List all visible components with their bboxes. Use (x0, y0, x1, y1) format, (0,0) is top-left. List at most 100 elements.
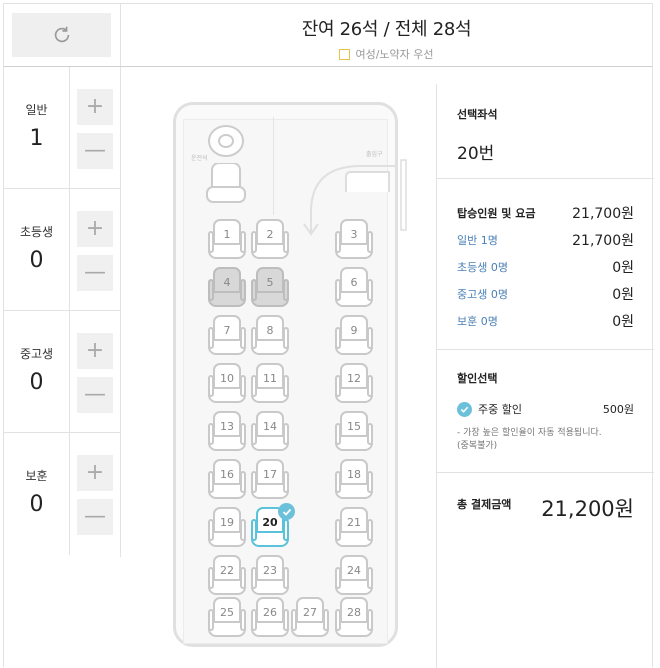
seat-number: 15 (347, 420, 361, 433)
passenger-selector: 일반 1 + — 초등생 0 + — 중고생 0 + — 보훈 0 + — (4, 67, 121, 557)
refresh-button[interactable] (12, 13, 111, 57)
seat-number: 25 (220, 606, 234, 619)
seat-16[interactable]: 16 (208, 459, 246, 499)
seat-3[interactable]: 3 (335, 219, 373, 259)
total-label: 총 결제금액 (457, 498, 512, 511)
seat-12[interactable]: 12 (335, 363, 373, 403)
passenger-count: 1 (29, 126, 44, 151)
increment-button[interactable]: + (77, 455, 113, 491)
increment-button[interactable]: + (77, 89, 113, 125)
passenger-count: 0 (29, 492, 44, 517)
seat-number: 26 (263, 606, 277, 619)
seat-number: 12 (347, 372, 361, 385)
seat-2[interactable]: 2 (251, 219, 289, 259)
seat-7[interactable]: 7 (208, 315, 246, 355)
seat-header: 잔여 26석 / 전체 28석 여성/노약자 우선 (121, 4, 652, 66)
seat-17[interactable]: 17 (251, 459, 289, 499)
seat-20[interactable]: 20 (251, 503, 295, 547)
seat-6[interactable]: 6 (335, 267, 373, 307)
seat-8[interactable]: 8 (251, 315, 289, 355)
refresh-icon (54, 26, 69, 43)
fare-header-row: 탑승인원 및 요금 21,700원 (457, 199, 634, 226)
seat-availability-title: 잔여 26석 / 전체 28석 (301, 19, 472, 40)
seat-number: 28 (347, 606, 361, 619)
minus-icon: — (84, 260, 106, 285)
minus-icon: — (84, 382, 106, 407)
decrement-button[interactable]: — (77, 499, 113, 535)
seat-map: 운전석 출입구 1 2 3 4 5 6 7 8 9 10 11 12 13 14 15 16 17 18 19 20 2… (121, 67, 436, 668)
seat-28[interactable]: 28 (335, 597, 373, 637)
passenger-row-elementary: 초등생 0 + — (4, 189, 120, 311)
fare-value: 0원 (612, 313, 634, 330)
plus-icon: + (85, 460, 105, 485)
seat-26[interactable]: 26 (251, 597, 289, 637)
seat-number: 13 (220, 420, 234, 433)
seat-number: 11 (263, 372, 277, 385)
fare-label: 중고생 0명 (457, 287, 508, 301)
seat-10[interactable]: 10 (208, 363, 246, 403)
fare-value: 0원 (612, 259, 634, 276)
selected-seat-section: 선택좌석 20번 (437, 84, 654, 179)
fare-label: 초등생 0명 (457, 260, 508, 274)
seat-number: 3 (350, 228, 358, 241)
minus-icon: — (84, 504, 106, 529)
seat-number: 27 (303, 606, 317, 619)
seat-14[interactable]: 14 (251, 411, 289, 451)
plus-icon: + (85, 338, 105, 363)
passenger-type-label: 중고생 (19, 347, 54, 361)
fare-row: 초등생 0명 0원 (457, 253, 634, 280)
plus-icon: + (85, 216, 105, 241)
seat-24[interactable]: 24 (335, 555, 373, 595)
fare-label: 보훈 0명 (457, 314, 498, 328)
decrement-button[interactable]: — (77, 255, 113, 291)
priority-legend-swatch (339, 48, 351, 60)
fare-row: 보훈 0명 0원 (457, 307, 634, 334)
discount-option[interactable]: 주중 할인 500원 (457, 401, 634, 417)
selected-seat-value: 20번 (457, 144, 495, 164)
plus-icon: + (85, 94, 105, 119)
seat-number: 7 (223, 324, 231, 337)
seat-22[interactable]: 22 (208, 555, 246, 595)
increment-button[interactable]: + (77, 211, 113, 247)
driver-label: 운전석 (191, 155, 208, 162)
seat-number: 1 (223, 228, 231, 241)
seat-number: 24 (347, 564, 361, 577)
seat-number: 16 (220, 468, 234, 481)
seat-11[interactable]: 11 (251, 363, 289, 403)
passenger-count: 0 (29, 370, 44, 395)
passenger-type-label: 보훈 (25, 469, 48, 483)
selected-check-icon (278, 503, 295, 520)
seat-13[interactable]: 13 (208, 411, 246, 451)
seat-number: 5 (266, 276, 274, 289)
seat-27[interactable]: 27 (291, 597, 329, 637)
seat-number: 2 (266, 228, 274, 241)
discount-note: - 가장 높은 할인율이 자동 적용됩니다. (중복불가) (457, 427, 634, 453)
increment-button[interactable]: + (77, 333, 113, 369)
passenger-type-label: 초등생 (19, 225, 54, 239)
decrement-button[interactable]: — (77, 377, 113, 413)
seat-4: 4 (208, 267, 246, 307)
passenger-row-veteran: 보훈 0 + — (4, 433, 120, 555)
seat-1[interactable]: 1 (208, 219, 246, 259)
fare-title: 탑승인원 및 요금 (457, 206, 536, 220)
seat-9[interactable]: 9 (335, 315, 373, 355)
selected-seat-title: 선택좌석 (457, 108, 498, 121)
priority-legend-label: 여성/노약자 우선 (355, 48, 434, 61)
seat-19[interactable]: 19 (208, 507, 246, 547)
priority-legend: 여성/노약자 우선 (121, 46, 652, 62)
fare-section: 탑승인원 및 요금 21,700원 일반 1명 21,700원 초등생 0명 0… (437, 179, 654, 350)
seat-number: 18 (347, 468, 361, 481)
decrement-button[interactable]: — (77, 133, 113, 169)
discount-note-line: (중복불가) (457, 441, 498, 451)
refresh-cell (4, 4, 121, 66)
booking-panel: 잔여 26석 / 전체 28석 여성/노약자 우선 일반 1 + — 초등생 0… (3, 3, 654, 668)
seat-23[interactable]: 23 (251, 555, 289, 595)
seat-15[interactable]: 15 (335, 411, 373, 451)
seat-25[interactable]: 25 (208, 597, 246, 637)
seat-number: 17 (263, 468, 277, 481)
driver-area: 운전석 (179, 117, 274, 215)
discount-name: 주중 할인 (478, 403, 522, 416)
seat-18[interactable]: 18 (335, 459, 373, 499)
seat-21[interactable]: 21 (335, 507, 373, 547)
passenger-row-general: 일반 1 + — (4, 67, 120, 189)
